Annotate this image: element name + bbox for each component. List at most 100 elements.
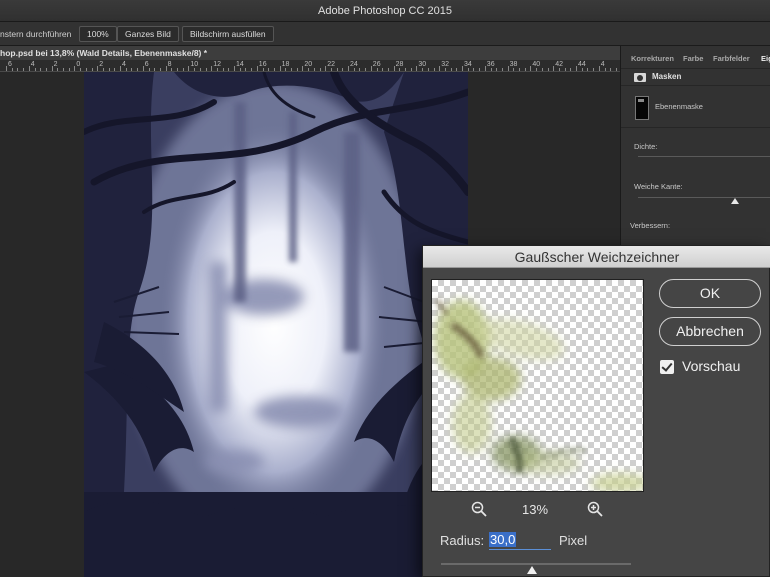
- ruler-tick: [593, 68, 595, 71]
- preview-checkbox[interactable]: [660, 360, 674, 374]
- preview-label[interactable]: Vorschau: [682, 358, 740, 374]
- ruler-tick: [40, 68, 42, 71]
- properties-panel-tabs: Korrekturen Farbe Farbfelder Eig: [621, 54, 770, 68]
- options-truncated-text: nstern durchführen: [0, 29, 72, 39]
- cancel-button[interactable]: Abbrechen: [659, 317, 761, 346]
- gaussian-blur-dialog: Gaußscher Weichzeichner OK Abbrechen Vor…: [422, 245, 770, 577]
- ruler-tick: [610, 68, 612, 71]
- ruler-tick: [63, 68, 64, 71]
- ruler-tick: [570, 68, 572, 71]
- ruler-tick: [51, 66, 53, 71]
- ruler-tick: [427, 68, 429, 71]
- document-canvas[interactable]: [84, 72, 468, 577]
- radius-slider[interactable]: [441, 563, 631, 565]
- window-title-bar: Adobe Photoshop CC 2015: [0, 0, 770, 22]
- ruler-tick: [28, 66, 30, 71]
- radius-input[interactable]: 30,0: [489, 531, 551, 550]
- ruler-tick: [450, 68, 452, 71]
- ruler-tick: [194, 68, 196, 71]
- feather-slider[interactable]: [638, 197, 770, 198]
- fill-screen-button[interactable]: Bildschirm ausfüllen: [182, 26, 274, 42]
- ruler-tick: [120, 66, 121, 71]
- ruler-tick: [45, 68, 47, 71]
- ruler-tick: [256, 66, 258, 71]
- radius-value[interactable]: 30,0: [489, 532, 517, 547]
- ruler-tick: [319, 68, 321, 71]
- ruler-tick: [484, 66, 486, 71]
- ruler-tick: [325, 66, 327, 71]
- preview-image: [433, 298, 643, 491]
- ruler-tick: [513, 68, 515, 71]
- horizontal-ruler[interactable]: 6 4 2 0 2 4 6 8 10 12 14 16 18 20 22 24 26 28 30 32 34 36 38 40…: [0, 60, 620, 72]
- ruler-tick: [615, 68, 617, 71]
- ruler-tick: [433, 68, 435, 71]
- ruler-tick: [598, 66, 600, 71]
- ruler-tick: [387, 68, 389, 71]
- ruler-tick: [97, 66, 99, 71]
- ruler-tick: [23, 68, 25, 71]
- radius-slider-handle[interactable]: [527, 566, 537, 574]
- ruler-tick: [222, 68, 224, 71]
- ruler-tick: [376, 68, 378, 71]
- blur-preview[interactable]: [431, 279, 644, 492]
- ruler-tick: [564, 68, 566, 71]
- ruler-tick: [154, 68, 156, 71]
- tab-eigenschaften[interactable]: Eig: [761, 54, 770, 63]
- tab-farbfelder[interactable]: Farbfelder: [713, 54, 750, 63]
- ruler-tick: [17, 68, 19, 71]
- mask-icon: [634, 73, 646, 82]
- ruler-tick: [251, 68, 253, 71]
- ruler-tick: [125, 68, 127, 71]
- ruler-tick: [211, 66, 213, 71]
- fit-screen-button[interactable]: Ganzes Bild: [117, 26, 179, 42]
- tab-farbe[interactable]: Farbe: [683, 54, 703, 63]
- ruler-tick: [342, 68, 344, 71]
- ruler-tick: [6, 66, 7, 71]
- ruler-tick: [74, 66, 76, 71]
- ruler-tick: [279, 66, 281, 71]
- zoom-in-icon[interactable]: [587, 501, 603, 517]
- app-title: Adobe Photoshop CC 2015: [318, 5, 452, 17]
- ruler-tick: [462, 66, 463, 71]
- ruler-tick: [547, 68, 549, 71]
- ruler-tick: [234, 66, 235, 71]
- ruler-tick: [330, 68, 332, 71]
- ruler-tick: [165, 66, 167, 71]
- zoom-100-button[interactable]: 100%: [79, 26, 117, 42]
- ruler-tick: [302, 66, 304, 71]
- layer-mask-label: Ebenenmaske: [655, 102, 703, 111]
- feather-slider-handle[interactable]: [731, 198, 739, 204]
- ruler-tick: [131, 68, 133, 71]
- ruler-tick: [501, 68, 503, 71]
- ruler-tick: [467, 68, 469, 71]
- ruler-tick: [91, 68, 93, 71]
- ruler-tick: [496, 68, 498, 71]
- ruler-tick: [473, 68, 475, 71]
- ruler-tick: [553, 66, 555, 71]
- ruler-tick: [353, 68, 355, 71]
- layer-mask-thumbnail[interactable]: [635, 96, 649, 120]
- ruler-tick: [188, 66, 190, 71]
- layer-mask-row[interactable]: Ebenenmaske: [621, 88, 770, 128]
- ruler-tick: [519, 68, 520, 71]
- density-label: Dichte:: [634, 142, 658, 151]
- ruler-tick: [34, 68, 36, 71]
- ruler-tick: [228, 68, 230, 71]
- tab-korrekturen[interactable]: Korrekturen: [631, 54, 674, 63]
- ruler-tick: [268, 68, 270, 71]
- zoom-out-icon[interactable]: [471, 501, 487, 517]
- document-tab[interactable]: hop.psd bei 13,8% (Wald Details, Ebenenm…: [0, 46, 620, 60]
- options-bar: nstern durchführen 100% Ganzes Bild Bild…: [0, 22, 770, 46]
- ruler-tick: [365, 68, 367, 71]
- ruler-tick: [159, 68, 161, 71]
- masks-header: Masken: [621, 68, 770, 86]
- ruler-tick: [536, 68, 538, 71]
- ruler-tick: [142, 66, 144, 71]
- density-slider[interactable]: [638, 156, 770, 157]
- ruler-tick: [182, 68, 184, 71]
- ruler-tick: [410, 68, 412, 71]
- ruler-tick: [587, 68, 589, 71]
- ok-button[interactable]: OK: [659, 279, 761, 308]
- ruler-tick: [490, 68, 492, 71]
- ruler-tick: [57, 68, 59, 71]
